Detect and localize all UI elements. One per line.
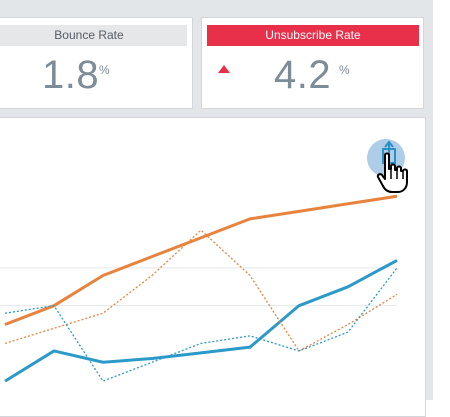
page-margin <box>433 0 450 400</box>
unsubscribe-rate-card: Unsubscribe Rate 4.2 % <box>201 17 424 109</box>
series-line-3 <box>4 267 398 382</box>
unsubscribe-rate-unit: % <box>339 63 350 77</box>
line-chart <box>0 194 398 383</box>
unsubscribe-rate-label: Unsubscribe Rate <box>207 25 419 46</box>
triangle-up-icon <box>218 65 230 73</box>
unsubscribe-rate-value: 4.2 <box>274 53 332 97</box>
bounce-rate-value: 1.8 <box>42 53 100 97</box>
bounce-rate-unit: % <box>99 63 110 77</box>
hand-pointer-icon <box>376 152 408 193</box>
series-line-1 <box>4 259 398 383</box>
bounce-rate-card: Bounce Rate 1.8 % <box>0 17 193 109</box>
bounce-rate-label: Bounce Rate <box>0 25 187 46</box>
